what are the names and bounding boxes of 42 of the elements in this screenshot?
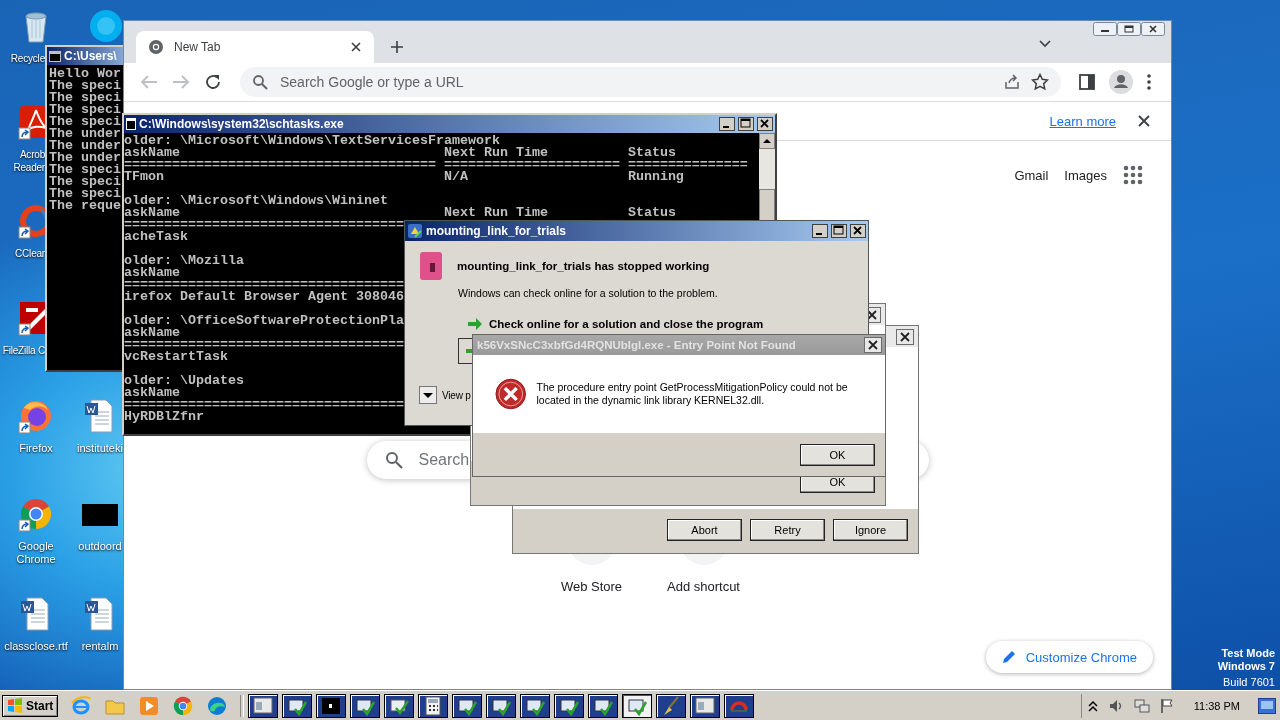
console-line: The speci xyxy=(49,176,121,188)
console-line: =================================== xyxy=(124,219,404,231)
console-line: The under xyxy=(49,140,121,152)
system-info-text: Windows 7 xyxy=(1217,660,1275,673)
console-line: acheTask xyxy=(124,231,188,243)
console-line: The speci xyxy=(49,116,121,128)
console-line: askName xyxy=(124,327,180,339)
console-line: =================================== xyxy=(124,279,404,291)
window-title: k56VxSNcC3xbfGd4RQNUbIgl.exe - Entry Point Not Found xyxy=(477,339,797,351)
window-title: C:\Users\ xyxy=(64,49,117,63)
console-line: The reque xyxy=(49,200,121,212)
console-line: The speci xyxy=(49,104,121,116)
window-title: C:\Windows\system32\schtasks.exe xyxy=(139,117,345,131)
system-info-text: Build 7601 xyxy=(1223,676,1275,689)
console-line: The speci xyxy=(49,92,121,104)
console-line: HyRDBlZfnr xyxy=(124,411,204,423)
console-line: older: \Microsoft\Windows\TextServicesFramework xyxy=(124,135,500,147)
error-message: The procedure entry point GetProcessMitigationPolicy could not be located in the dynamic link library KERNEL32.dll. xyxy=(536,381,849,407)
console-line: The speci xyxy=(49,164,121,176)
console-line: The speci xyxy=(49,80,121,92)
console-line: The speci xyxy=(49,188,121,200)
system-info-text: Test Mode xyxy=(1221,647,1275,660)
console-line: older: \Microsoft\Windows\Wininet xyxy=(124,195,388,207)
console-line: TFmon N/A Running xyxy=(124,171,684,183)
console-line: older: \Mozilla xyxy=(124,255,244,267)
console-line: askName Next Run Time Status xyxy=(124,207,676,219)
console-line: older: \Updates xyxy=(124,375,244,387)
console-line: askName xyxy=(124,267,180,279)
console-line: older: \OfficeSoftwareProtectionPla xyxy=(124,315,404,327)
console-line: askName Next Run Time Status xyxy=(124,147,676,159)
console-line: The under xyxy=(49,128,121,140)
dialog-text: Windows can check online for a solution to the problem. xyxy=(458,287,719,299)
window-title: mounting_link_for_trials xyxy=(426,224,568,238)
console-line: irefox Default Browser Agent 308046 xyxy=(124,291,404,303)
console-line: =================================== xyxy=(124,339,404,351)
console-line: The under xyxy=(49,152,121,164)
console-line: ======================================= ====================== =============== xyxy=(124,159,748,171)
dialog-heading: mounting_link_for_trials has stopped working xyxy=(457,260,710,272)
console-line: =================================== xyxy=(124,399,404,411)
console-line: Hello Wor xyxy=(49,68,121,80)
console-line: askName xyxy=(124,387,180,399)
console-line: vcRestartTask xyxy=(124,351,228,363)
